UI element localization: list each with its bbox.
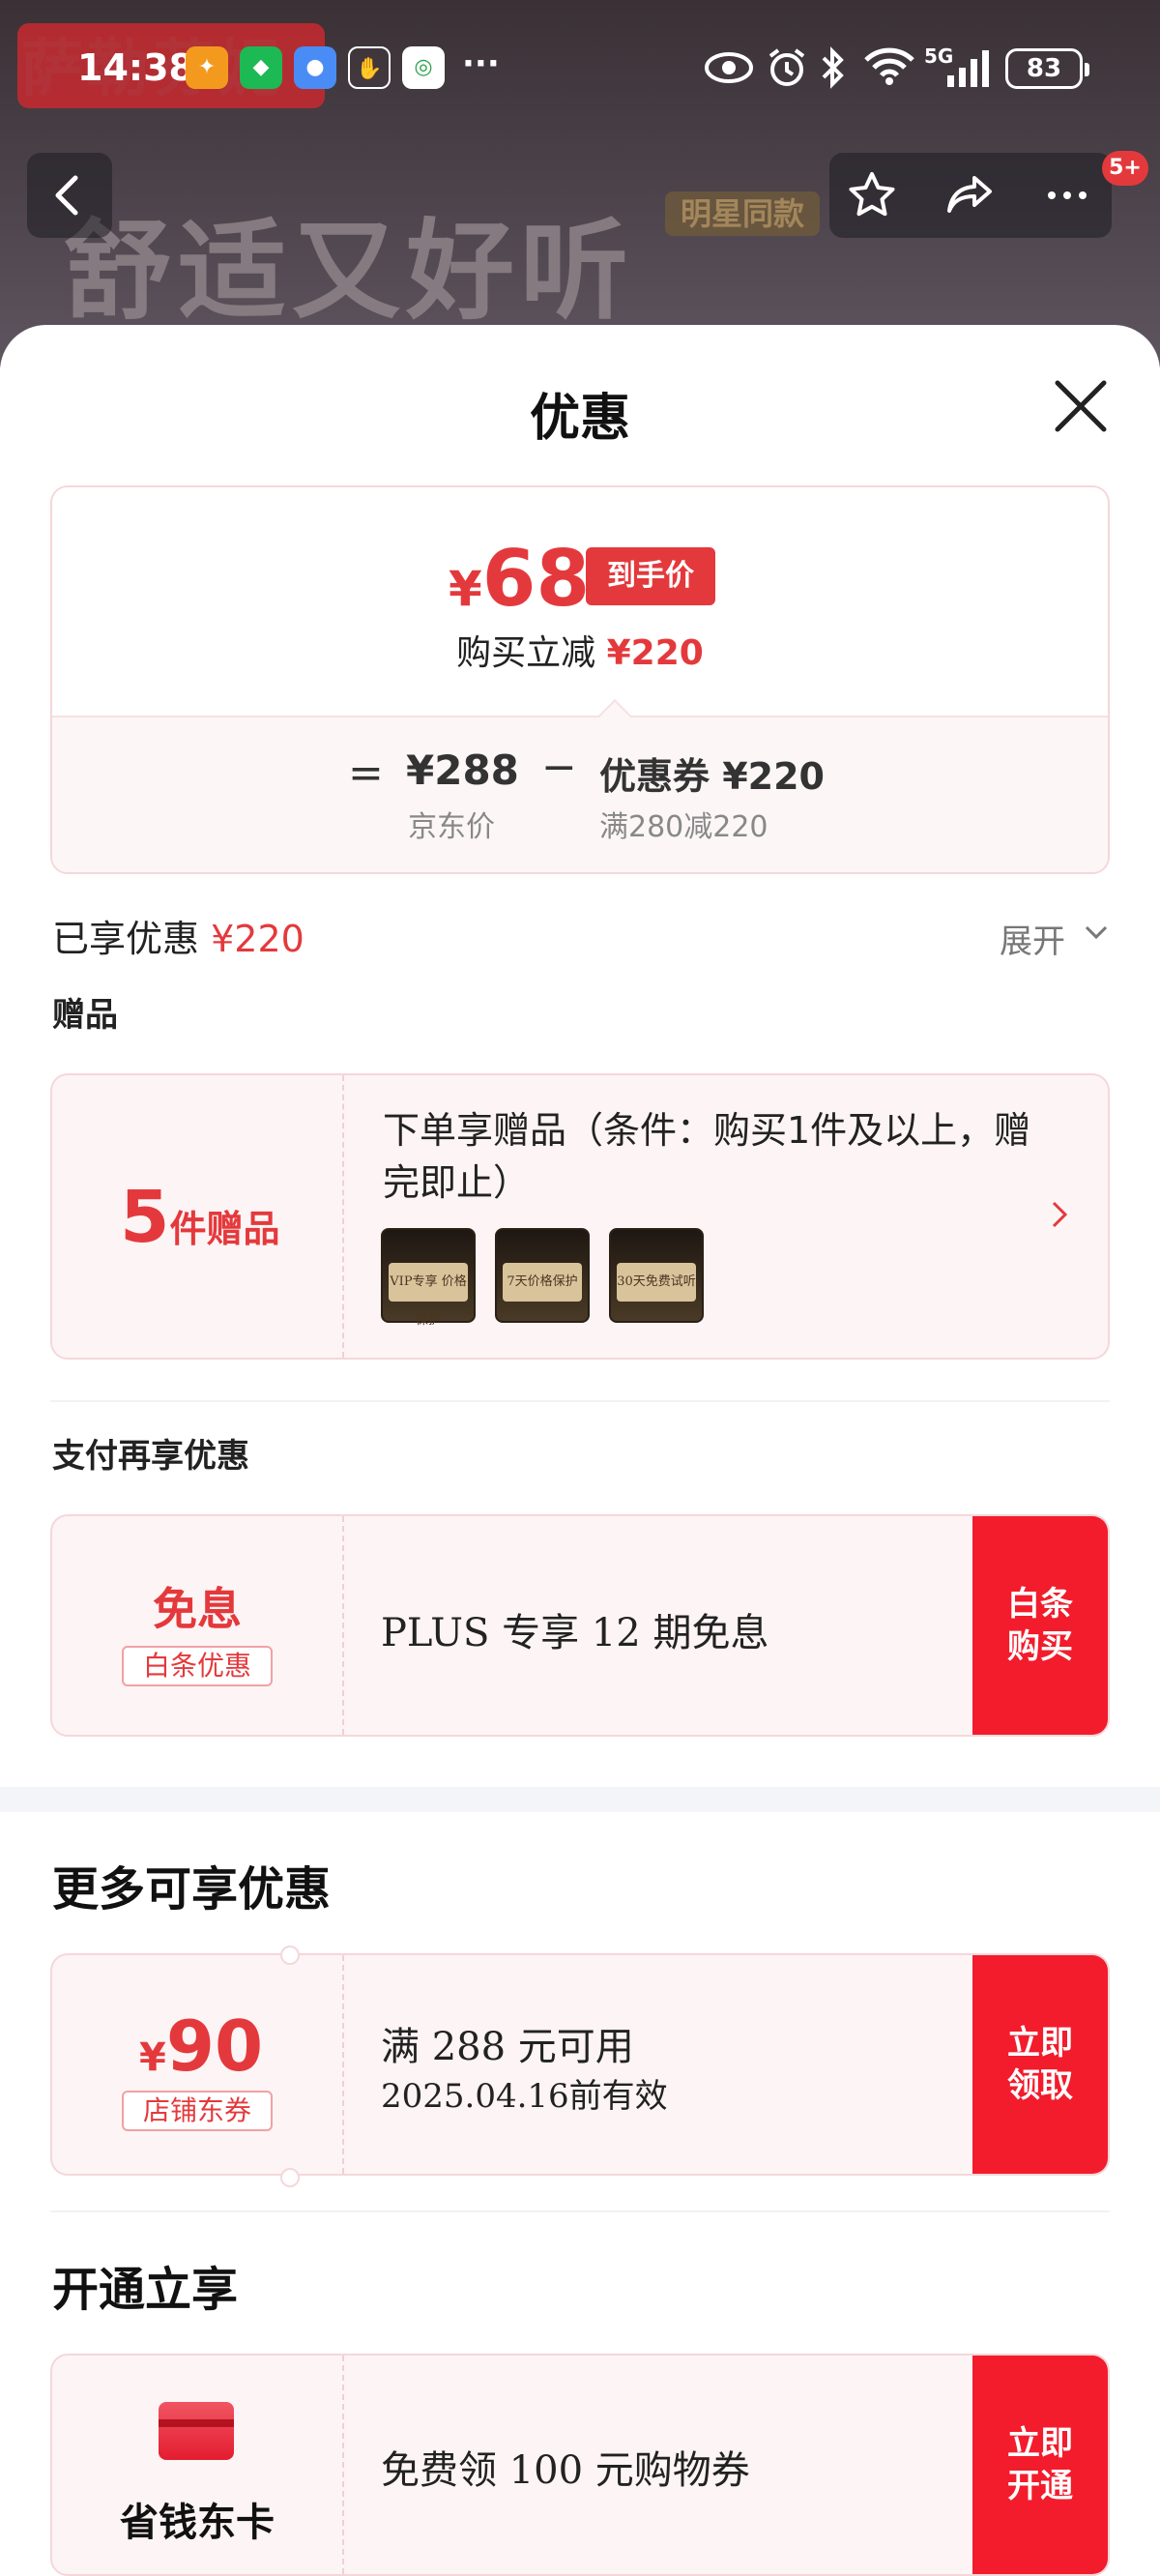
expand-button[interactable]: 展开	[1000, 915, 1065, 962]
coupon-expiry: 2025.04.16前有效	[381, 2077, 668, 2116]
divider	[50, 1400, 1110, 1402]
savings-card-card: 省钱东卡 免费领 100 元购物券 立即 开通	[50, 2354, 1110, 2576]
more-icon[interactable]	[1038, 166, 1096, 224]
gift-description: 下单享赠品（条件：购买1件及以上，赠完即止）	[383, 1109, 1031, 1204]
baitiao-tag: 白条优惠	[122, 1646, 273, 1686]
cart-count-badge: 5+	[1102, 151, 1148, 186]
jd-price: ¥288	[406, 746, 519, 794]
final-price-tag: 到手价	[586, 547, 715, 605]
hand-icon: ✋	[348, 46, 391, 89]
close-icon	[1055, 380, 1107, 432]
coupon-value: ¥90	[139, 2005, 264, 2087]
enjoyed-discount: 已享优惠 ¥220	[52, 918, 304, 960]
credit-card-icon	[159, 2402, 234, 2460]
store-coupon-card: ¥90 店铺东券 满 288 元可用 2025.04.16前有效 立即 领取	[50, 1953, 1110, 2176]
mobile-carrier-icon: ◎	[402, 46, 445, 89]
eye-icon	[705, 52, 753, 83]
gift-thumbnail: 30天免费试听	[609, 1228, 704, 1323]
more-notifications-icon: ···	[462, 44, 500, 83]
star-icon[interactable]	[843, 166, 901, 224]
coupon-condition: 满280减220	[599, 810, 768, 844]
price-breakdown-card: ¥68 到手价 购买立减 ¥220 = ¥288 京东价 − 优惠券 ¥220 …	[50, 485, 1110, 874]
free-voucher-text: 免费领 100 元购物券	[381, 2448, 750, 2493]
coupon-threshold: 满 288 元可用	[381, 2025, 634, 2069]
section-gap	[0, 1787, 1160, 1812]
close-button[interactable]	[1050, 375, 1112, 437]
more-discounts-title: 更多可享优惠	[52, 1862, 332, 1917]
jd-price-label: 京东价	[408, 810, 495, 844]
card-divider	[342, 1516, 344, 1735]
payment-section-title: 支付再享优惠	[52, 1437, 249, 1476]
sheet-title: 优惠	[529, 390, 630, 448]
product-slogan: 舒适又好听	[64, 209, 634, 335]
open-now-button[interactable]: 立即 开通	[972, 2356, 1108, 2574]
gift-thumbnail: 7天价格保护	[495, 1228, 590, 1323]
interest-free-label: 免息	[153, 1583, 242, 1635]
status-bar: 14:38 ✦ ◆ ● ✋ ◎ ··· 5G 83	[0, 39, 1160, 102]
signal-icon	[947, 50, 989, 87]
coupon-price: 优惠券 ¥220	[599, 755, 825, 798]
gift-card[interactable]: 5件赠品 下单享赠品（条件：购买1件及以上，赠完即止） VIP专享 价格保护 7…	[50, 1073, 1110, 1360]
store-coupon-tag: 店铺东券	[122, 2091, 273, 2131]
price-formula-section	[52, 716, 1108, 872]
chevron-down-icon[interactable]	[1083, 922, 1110, 942]
wifi-icon	[864, 47, 914, 85]
battery-indicator: 83	[1005, 48, 1089, 89]
plus-installment-text: PLUS 专享 12 期免息	[381, 1611, 769, 1655]
equals-sign: =	[348, 748, 384, 798]
card-divider	[342, 1075, 344, 1358]
divider	[50, 2210, 1110, 2212]
minus-sign: −	[541, 743, 577, 792]
baitiao-card: 免息 白条优惠 PLUS 专享 12 期免息 白条 购买	[50, 1514, 1110, 1737]
instant-reduction: 购买立减 ¥220	[456, 633, 704, 673]
open-section-title: 开通立享	[52, 2263, 239, 2317]
ticket-notch	[280, 1946, 300, 1965]
chevron-right-icon	[1052, 1201, 1068, 1228]
ticket-notch	[280, 2168, 300, 2187]
discount-sheet: 优惠 ¥68 到手价 购买立减 ¥220 = ¥288 京东价 − 优惠券 ¥2…	[0, 325, 1160, 2576]
message-icon: ●	[294, 46, 336, 89]
app-notification-icon: ✦	[186, 46, 228, 89]
gifts-section-title: 赠品	[52, 996, 118, 1035]
final-price: ¥68	[449, 534, 591, 624]
savings-card-name: 省钱东卡	[120, 2501, 275, 2545]
gift-count: 5件赠品	[120, 1176, 280, 1259]
gift-thumbnail: VIP专享 价格保护	[381, 1228, 476, 1328]
claim-coupon-button[interactable]: 立即 领取	[972, 1955, 1108, 2174]
baitiao-buy-button[interactable]: 白条 购买	[972, 1516, 1108, 1735]
mi-home-icon: ◆	[240, 46, 282, 89]
card-divider	[342, 2356, 344, 2574]
status-time: 14:38	[77, 46, 194, 89]
card-divider	[342, 1955, 344, 2174]
product-tag: 明星同款	[665, 191, 820, 236]
share-icon[interactable]	[942, 166, 1000, 224]
chevron-left-icon	[55, 175, 78, 216]
final-price-section: ¥68 到手价 购买立减 ¥220	[52, 487, 1108, 716]
back-button[interactable]	[27, 153, 112, 238]
bluetooth-icon	[822, 46, 844, 89]
alarm-icon	[768, 48, 805, 86]
top-actions	[829, 153, 1112, 238]
